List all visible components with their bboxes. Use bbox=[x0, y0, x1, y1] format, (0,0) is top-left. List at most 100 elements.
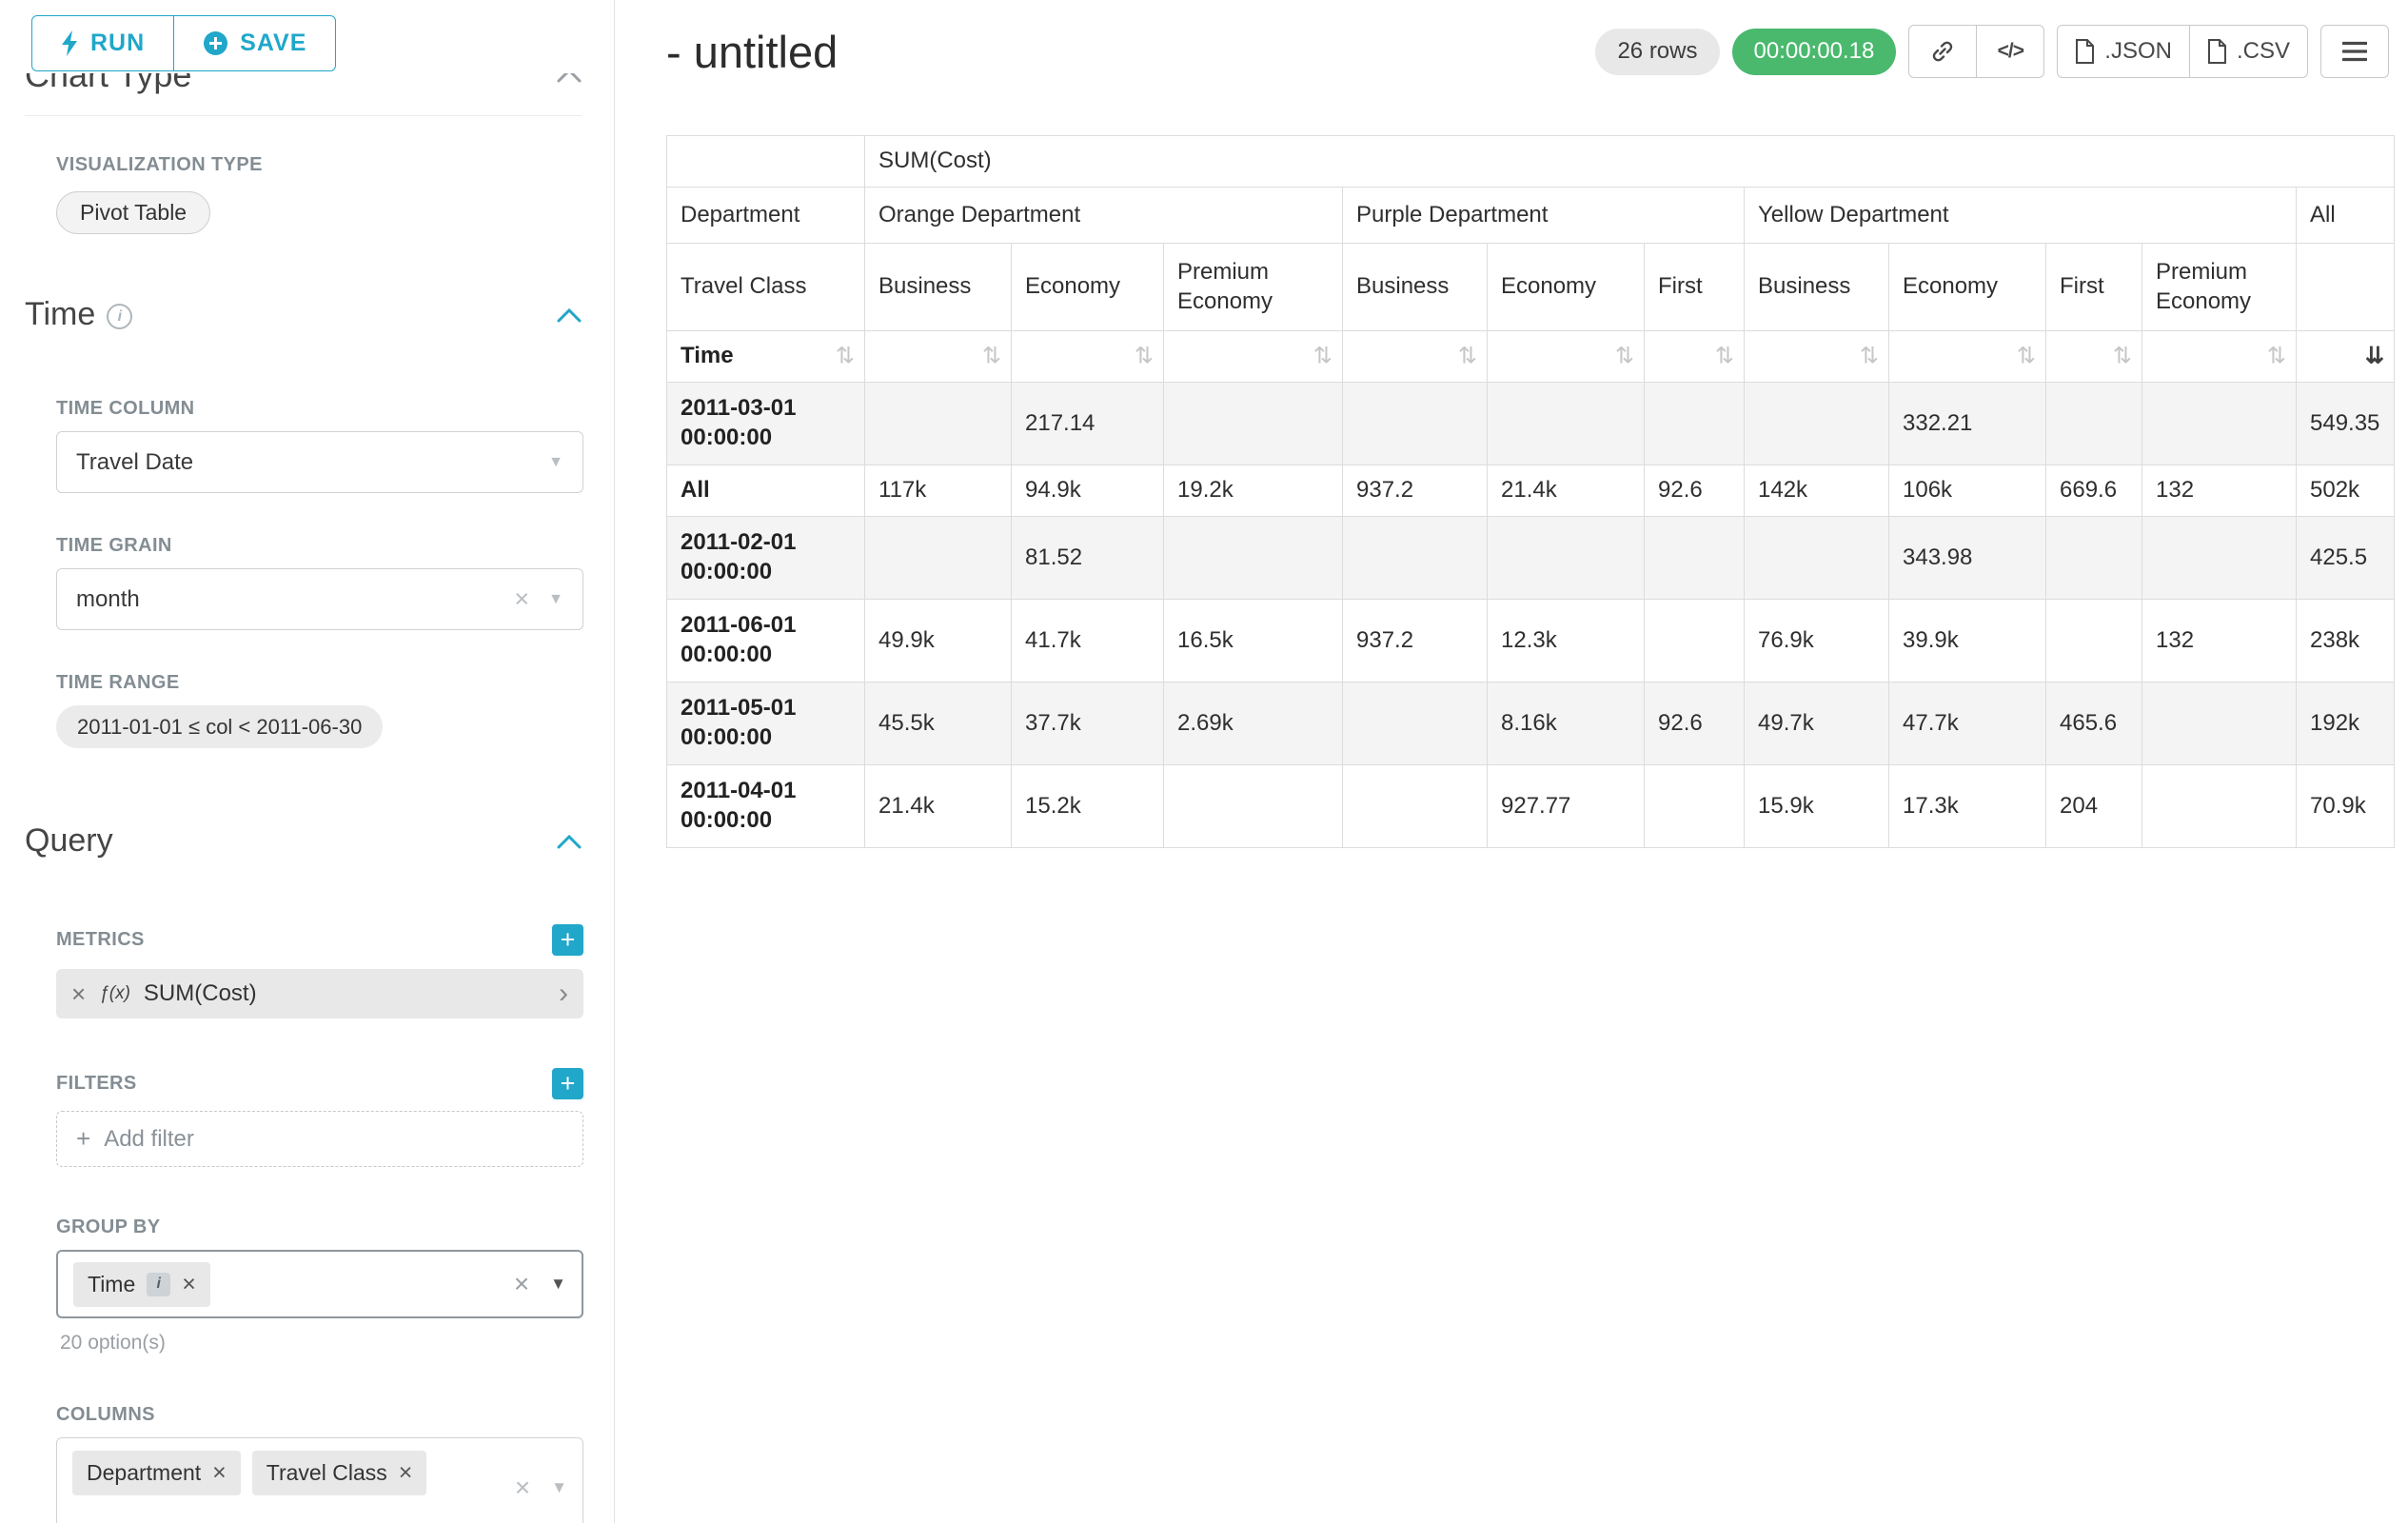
remove-metric-icon[interactable]: × bbox=[71, 979, 86, 1009]
value-cell bbox=[1343, 682, 1488, 765]
more-options-button[interactable] bbox=[2320, 25, 2389, 78]
add-filter-button[interactable]: + Add filter bbox=[56, 1111, 583, 1167]
chart-type-title: Chart Type bbox=[25, 73, 191, 95]
chevron-up-icon[interactable] bbox=[557, 73, 582, 83]
share-button-group: </> bbox=[1908, 25, 2044, 78]
value-cell bbox=[1164, 517, 1343, 600]
chart-type-section-header: Chart Type bbox=[25, 73, 582, 102]
column-sort-cell[interactable]: ⇅ bbox=[2142, 331, 2297, 383]
add-filter-plus-button[interactable]: + bbox=[552, 1068, 583, 1099]
column-sort-cell[interactable]: ⇅ bbox=[1645, 331, 1745, 383]
value-cell: 669.6 bbox=[2046, 465, 2142, 517]
file-icon bbox=[2207, 39, 2227, 64]
save-button[interactable]: SAVE bbox=[173, 15, 336, 71]
all-column-header: All bbox=[2297, 188, 2395, 244]
pivot-row: 2011-04-01 00:00:0021.4k15.2k927.7715.9k… bbox=[667, 765, 2395, 848]
chevron-up-icon[interactable] bbox=[557, 834, 582, 849]
value-cell: 343.98 bbox=[1889, 517, 2046, 600]
value-cell: 15.2k bbox=[1012, 765, 1164, 848]
row-count-badge: 26 rows bbox=[1595, 29, 1719, 75]
time-grain-select[interactable]: month × ▼ bbox=[56, 568, 583, 630]
pivot-row: All117k94.9k19.2k937.221.4k92.6142k106k6… bbox=[667, 465, 2395, 517]
action-bar: RUN SAVE bbox=[0, 0, 614, 71]
sort-icon[interactable]: ⇅ bbox=[1313, 342, 1332, 371]
column-sort-cell[interactable]: ⇅ bbox=[1889, 331, 2046, 383]
chevron-up-icon[interactable] bbox=[557, 307, 582, 323]
sort-icon[interactable]: ⇅ bbox=[2017, 342, 2036, 371]
info-icon: i bbox=[107, 304, 132, 329]
value-cell: 92.6 bbox=[1645, 682, 1745, 765]
value-cell bbox=[1745, 383, 1889, 465]
value-cell: 132 bbox=[2142, 465, 2297, 517]
chart-title: - untitled bbox=[666, 26, 838, 78]
sort-icon[interactable]: ⇅ bbox=[2113, 342, 2132, 371]
run-button[interactable]: RUN bbox=[31, 15, 174, 71]
sort-icon[interactable]: ⇅ bbox=[1715, 342, 1734, 371]
sort-descending-icon[interactable]: ⇊ bbox=[2365, 342, 2384, 371]
value-cell: 15.9k bbox=[1745, 765, 1889, 848]
clear-icon[interactable]: × bbox=[514, 584, 529, 614]
time-sort-cell[interactable]: Time⇅ bbox=[667, 331, 865, 383]
viz-type-pill[interactable]: Pivot Table bbox=[56, 191, 210, 234]
sort-icon[interactable]: ⇅ bbox=[2267, 342, 2286, 371]
column-sort-cell[interactable]: ⇅ bbox=[1164, 331, 1343, 383]
query-section-header[interactable]: Query bbox=[25, 822, 582, 860]
row-header-cell: 2011-04-01 00:00:00 bbox=[667, 765, 865, 848]
remove-tag-icon[interactable]: × bbox=[212, 1459, 227, 1487]
column-sort-cell[interactable]: ⇅ bbox=[2046, 331, 2142, 383]
caret-down-icon: ▼ bbox=[548, 454, 563, 471]
plus-icon: + bbox=[76, 1124, 90, 1154]
value-cell bbox=[2046, 517, 2142, 600]
value-cell bbox=[2142, 383, 2297, 465]
column-sort-cell[interactable]: ⇅ bbox=[1343, 331, 1488, 383]
clear-all-icon[interactable]: × bbox=[515, 1473, 530, 1503]
value-cell: 41.7k bbox=[1012, 600, 1164, 682]
row-header-cell: 2011-06-01 00:00:00 bbox=[667, 600, 865, 682]
time-column-select[interactable]: Travel Date ▼ bbox=[56, 431, 583, 493]
travel-class-header: Business bbox=[1343, 244, 1488, 331]
column-sort-cell[interactable]: ⇅ bbox=[1745, 331, 1889, 383]
caret-down-icon: ▼ bbox=[548, 591, 563, 608]
column-sort-cell[interactable]: ⇅ bbox=[1488, 331, 1645, 383]
chevron-right-icon[interactable]: › bbox=[559, 979, 568, 1008]
column-sort-cell[interactable]: ⇊ bbox=[2297, 331, 2395, 383]
remove-tag-icon[interactable]: × bbox=[399, 1459, 413, 1487]
embed-code-button[interactable]: </> bbox=[1976, 25, 2044, 78]
travel-class-header: Premium Economy bbox=[1164, 244, 1343, 331]
row-header-cell: All bbox=[667, 465, 865, 517]
value-cell: 937.2 bbox=[1343, 600, 1488, 682]
export-csv-button[interactable]: .CSV bbox=[2189, 25, 2308, 78]
value-cell: 16.5k bbox=[1164, 600, 1343, 682]
time-section-header[interactable]: Time i bbox=[25, 296, 582, 333]
run-label: RUN bbox=[90, 30, 145, 57]
add-metric-button[interactable]: + bbox=[552, 924, 583, 956]
sort-icon[interactable]: ⇅ bbox=[1860, 342, 1879, 371]
travel-class-header: Premium Economy bbox=[2142, 244, 2297, 331]
value-cell bbox=[2142, 517, 2297, 600]
sort-icon[interactable]: ⇅ bbox=[1458, 342, 1477, 371]
sort-icon[interactable]: ⇅ bbox=[1615, 342, 1634, 371]
groupby-tag-label: Time bbox=[88, 1272, 135, 1297]
query-timer-badge: 00:00:00.18 bbox=[1732, 29, 1897, 75]
remove-tag-icon[interactable]: × bbox=[182, 1271, 196, 1298]
sort-icon[interactable]: ⇅ bbox=[982, 342, 1001, 371]
sort-icon[interactable]: ⇅ bbox=[836, 342, 855, 371]
column-sort-cell[interactable]: ⇅ bbox=[1012, 331, 1164, 383]
value-cell: 47.7k bbox=[1889, 682, 2046, 765]
column-sort-cell[interactable]: ⇅ bbox=[865, 331, 1012, 383]
metric-name: SUM(Cost) bbox=[144, 980, 257, 1007]
copy-link-button[interactable] bbox=[1908, 25, 1977, 78]
columns-select[interactable]: Department × Travel Class × × ▼ bbox=[56, 1437, 583, 1523]
hamburger-menu-icon bbox=[2342, 41, 2367, 62]
value-cell bbox=[2046, 600, 2142, 682]
sort-icon[interactable]: ⇅ bbox=[1135, 342, 1154, 371]
info-icon: i bbox=[147, 1273, 170, 1296]
clear-all-icon[interactable]: × bbox=[514, 1269, 529, 1299]
time-range-pill[interactable]: 2011-01-01 ≤ col < 2011-06-30 bbox=[56, 705, 383, 748]
pivot-table: SUM(Cost)DepartmentOrange DepartmentPurp… bbox=[666, 135, 2395, 848]
export-json-button[interactable]: .JSON bbox=[2057, 25, 2190, 78]
groupby-select[interactable]: Time i × × ▼ bbox=[56, 1250, 583, 1318]
value-cell bbox=[2142, 765, 2297, 848]
value-cell: 49.7k bbox=[1745, 682, 1889, 765]
metric-item[interactable]: × ƒ(x) SUM(Cost) › bbox=[56, 969, 583, 1019]
